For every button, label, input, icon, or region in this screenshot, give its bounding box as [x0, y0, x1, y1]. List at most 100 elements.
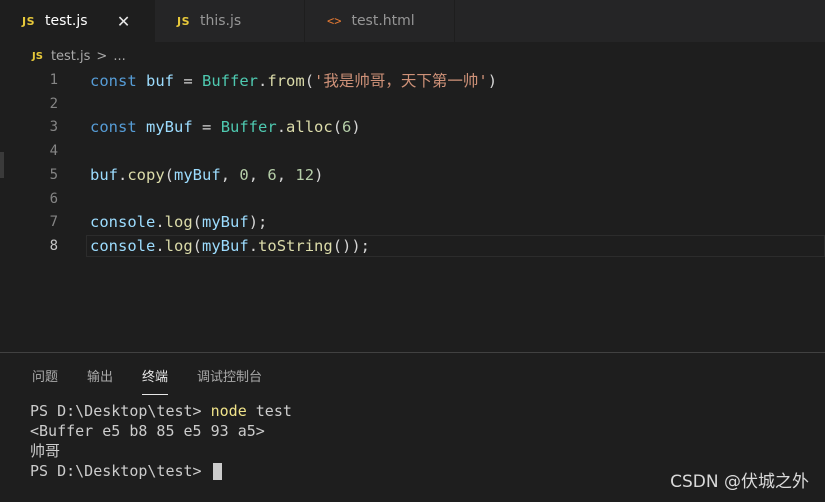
- code-token: from: [267, 72, 305, 90]
- code-line[interactable]: 2: [0, 92, 825, 116]
- line-number: 5: [49, 166, 58, 183]
- code-line[interactable]: 5 buf.copy(myBuf, 0, 6, 12): [0, 163, 825, 187]
- javascript-file-icon: JS: [32, 50, 43, 62]
- code-line[interactable]: 7 console.log(myBuf);: [0, 210, 825, 234]
- code-token: (: [304, 72, 315, 90]
- line-number: 2: [49, 95, 58, 112]
- terminal-line: PS D:\Desktop\test>: [30, 461, 292, 481]
- code-line[interactable]: 1 const buf = Buffer.from('我是帅哥，天下第一帅'): [0, 68, 825, 92]
- code-line[interactable]: 3 const myBuf = Buffer.alloc(6): [0, 115, 825, 139]
- line-number: 7: [49, 214, 58, 231]
- code-token: myBuf: [202, 236, 249, 255]
- code-token: myBuf: [202, 213, 249, 232]
- tab-test-js[interactable]: JS test.js ✕: [0, 0, 155, 42]
- code-token: const: [90, 118, 137, 137]
- tab-debug-console[interactable]: 调试控制台: [197, 363, 262, 393]
- code-token: ,: [248, 165, 268, 184]
- code-text: const buf = Buffer.from('我是帅哥，天下第一帅'): [90, 69, 497, 91]
- code-token: ,: [220, 165, 240, 184]
- line-number: 8: [49, 237, 58, 254]
- panel-tabs: 问题 输出 终端 调试控制台: [32, 363, 291, 395]
- code-token: myBuf: [174, 165, 221, 184]
- breadcrumb-file[interactable]: test.js: [51, 49, 90, 64]
- code-token: toString: [258, 236, 333, 255]
- code-token: .: [155, 236, 165, 255]
- terminal-output[interactable]: PS D:\Desktop\test> node test <Buffer e5…: [30, 401, 292, 481]
- terminal-prompt: PS D:\Desktop\test>: [30, 462, 211, 480]
- code-token: log: [164, 236, 193, 255]
- code-text: buf.copy(myBuf, 0, 6, 12): [90, 166, 323, 184]
- code-token: 6: [267, 165, 277, 184]
- code-token: (: [164, 165, 175, 184]
- code-token: console: [90, 236, 156, 255]
- terminal-line: PS D:\Desktop\test> node test: [30, 401, 292, 421]
- breadcrumb: JS test.js > ...: [32, 45, 126, 67]
- javascript-file-icon: JS: [22, 14, 36, 28]
- chevron-right-icon: >: [96, 48, 108, 64]
- terminal-argument: test: [246, 402, 292, 420]
- code-token: 0: [239, 165, 249, 184]
- line-number: 4: [49, 143, 58, 160]
- html-file-icon: <>: [327, 14, 342, 28]
- code-token: Buffer: [202, 72, 259, 90]
- code-token: (: [332, 118, 343, 137]
- code-token: ());: [332, 236, 371, 255]
- code-token: ): [487, 72, 498, 90]
- line-number: 1: [49, 72, 58, 88]
- line-number: 3: [49, 119, 58, 136]
- terminal-line: 帅哥: [30, 442, 61, 460]
- code-token: alloc: [286, 118, 333, 137]
- terminal-cursor: [212, 463, 222, 480]
- tab-label: test.js: [45, 13, 88, 29]
- code-token: '我是帅哥，天下第一帅': [314, 72, 488, 90]
- tab-output[interactable]: 输出: [87, 363, 113, 393]
- code-token: (: [192, 213, 203, 232]
- code-text: console.log(myBuf.toString());: [90, 237, 370, 255]
- code-token: (: [192, 236, 203, 255]
- code-line[interactable]: 8 console.log(myBuf.toString());: [0, 234, 825, 258]
- code-token: ): [314, 165, 324, 184]
- code-token: .: [276, 118, 287, 137]
- code-text: console.log(myBuf);: [90, 213, 267, 231]
- code-token: 6: [342, 118, 352, 137]
- code-token: ): [351, 118, 361, 137]
- code-token: .: [155, 213, 165, 232]
- code-token: );: [248, 213, 268, 232]
- terminal-line: <Buffer e5 b8 85 e5 93 a5>: [30, 422, 265, 440]
- tab-label: this.js: [200, 13, 242, 29]
- breadcrumb-symbols[interactable]: ...: [113, 49, 125, 64]
- code-token: .: [248, 236, 259, 255]
- tab-problems[interactable]: 问题: [32, 363, 58, 393]
- code-token: console: [90, 213, 156, 232]
- code-token: ,: [276, 165, 296, 184]
- code-line[interactable]: 6: [0, 187, 825, 211]
- code-token: =: [192, 118, 221, 137]
- code-token: const: [90, 72, 137, 90]
- close-icon[interactable]: ✕: [116, 12, 132, 31]
- watermark: CSDN @伏城之外: [670, 472, 809, 492]
- code-token: buf: [90, 165, 118, 184]
- code-token: Buffer: [220, 118, 277, 137]
- terminal-prompt: PS D:\Desktop\test>: [30, 402, 211, 420]
- code-token: .: [118, 165, 128, 184]
- code-token: buf: [146, 72, 175, 90]
- code-token: =: [174, 72, 203, 90]
- tab-this-js[interactable]: JS this.js: [155, 0, 305, 42]
- code-line[interactable]: 4: [0, 139, 825, 163]
- tab-label: test.html: [351, 13, 415, 29]
- code-token: log: [164, 213, 193, 232]
- terminal-command: node: [210, 402, 247, 420]
- javascript-file-icon: JS: [177, 14, 191, 28]
- tab-terminal[interactable]: 终端: [142, 363, 169, 395]
- tab-test-html[interactable]: <> test.html: [305, 0, 455, 42]
- code-token: 12: [295, 165, 315, 184]
- code-editor[interactable]: 1 const buf = Buffer.from('我是帅哥，天下第一帅') 2 3…: [0, 68, 825, 350]
- code-text: const myBuf = Buffer.alloc(6): [90, 118, 361, 136]
- code-token: .: [258, 72, 268, 90]
- code-token: copy: [127, 165, 165, 184]
- editor-tab-bar: JS test.js ✕ JS this.js <> test.html: [0, 0, 825, 42]
- line-number: 6: [49, 190, 58, 207]
- code-token: myBuf: [146, 118, 193, 137]
